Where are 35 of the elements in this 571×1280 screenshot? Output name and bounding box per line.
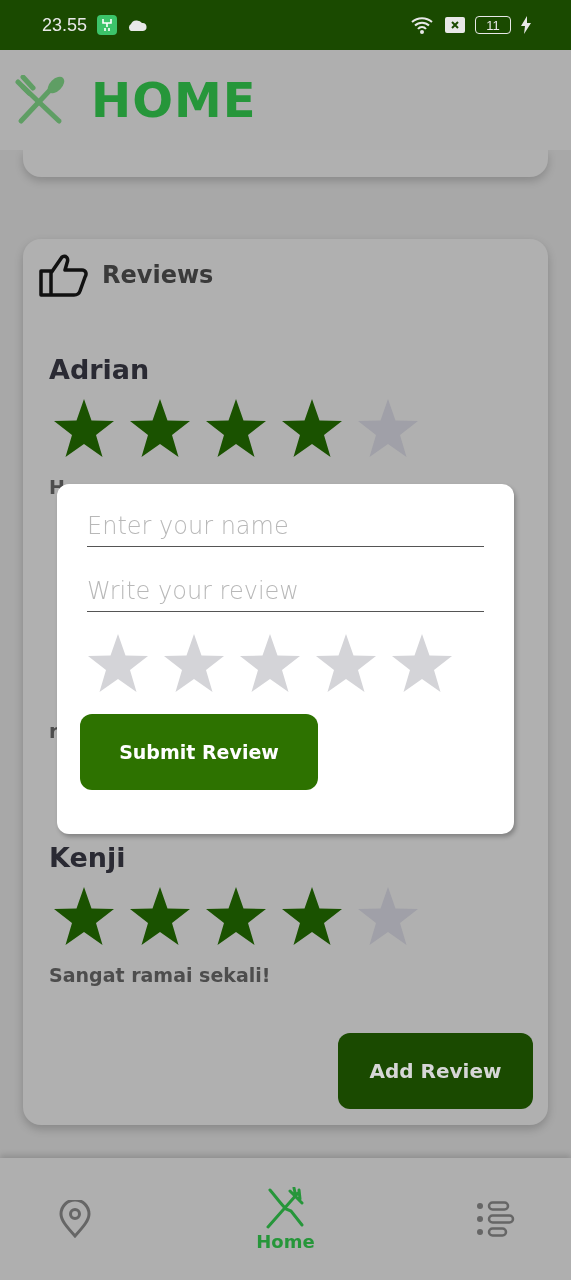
star-icon [281, 397, 343, 459]
star-icon [281, 885, 343, 947]
thumbs-up-icon [38, 253, 88, 297]
star-icon[interactable] [87, 632, 149, 694]
reviewer-name: Kenji [49, 841, 127, 875]
fork-spoon-icon [15, 75, 65, 125]
add-review-button[interactable]: Add Review [338, 1033, 533, 1109]
star-icon [205, 397, 267, 459]
cloud-icon [127, 19, 148, 31]
star-icon [129, 885, 191, 947]
status-time: 23.55 [42, 14, 88, 36]
nav-tab[interactable] [475, 1200, 516, 1238]
battery-indicator: 11 [475, 16, 511, 34]
nav-tab[interactable] [58, 1200, 93, 1238]
star-icon [53, 397, 115, 459]
location-pin-icon [58, 1200, 93, 1238]
reviews-heading: Reviews [102, 261, 214, 289]
reviewer-name: Adrian [49, 353, 151, 387]
app-notification-icon [97, 15, 118, 35]
name-input-field[interactable]: Enter your name [87, 506, 484, 547]
charging-icon [521, 16, 531, 34]
star-icon [53, 885, 115, 947]
review-text: Sangat ramai sekali! [49, 963, 272, 988]
list-icon [475, 1200, 516, 1238]
review-input-field[interactable]: Write your review [87, 571, 484, 612]
page-title: HOME [91, 72, 257, 128]
star-icon [129, 397, 191, 459]
star-icon[interactable] [315, 632, 377, 694]
sim-error-icon [445, 17, 465, 33]
star-icon[interactable] [391, 632, 453, 694]
wifi-icon [411, 16, 435, 34]
submit-review-button[interactable]: Submit Review [80, 714, 318, 790]
star-icon[interactable] [163, 632, 225, 694]
star-icon[interactable] [239, 632, 301, 694]
star-icon [205, 885, 267, 947]
